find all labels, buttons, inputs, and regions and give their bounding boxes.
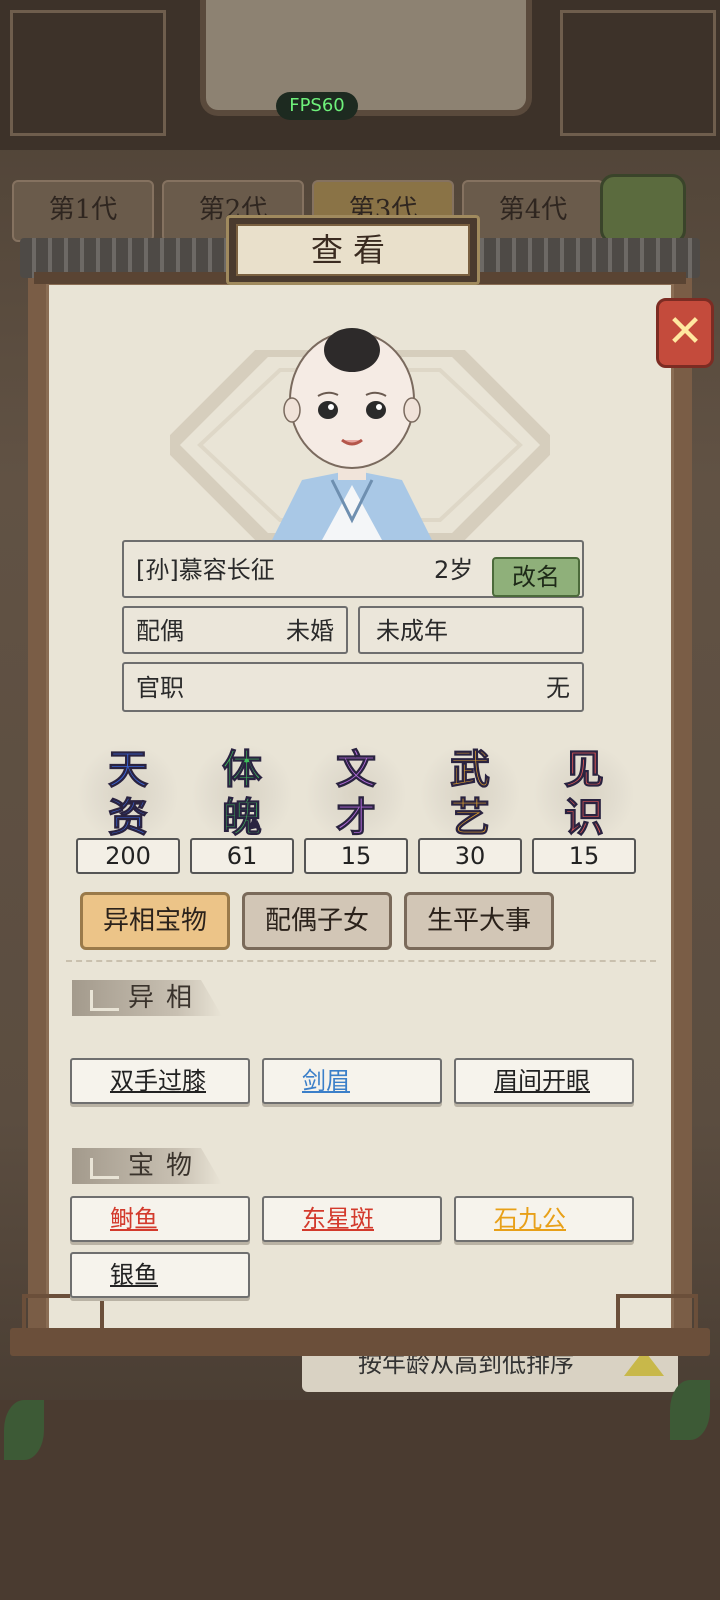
stat-value: 200 <box>76 838 180 874</box>
treasures-section-header: 宝物 <box>72 1148 222 1184</box>
orchid-painting <box>200 0 532 116</box>
plant-leaf-icon <box>4 1400 44 1460</box>
traits-section-header: 异相 <box>72 980 222 1016</box>
treasures-item[interactable]: 东星斑 <box>262 1196 442 1242</box>
office-row: 官职 无 <box>122 662 584 712</box>
treasures-item[interactable]: 石九公 <box>454 1196 634 1242</box>
stat-name: 文才 <box>336 746 377 842</box>
status-row: 未成年 <box>358 606 584 654</box>
spouse-label: 配偶 <box>136 617 184 645</box>
office-label: 官职 <box>136 674 184 702</box>
tab-spouse-children[interactable]: 配偶子女 <box>242 892 392 950</box>
stat-name: 体魄 <box>222 746 263 842</box>
scroll-post-left <box>28 270 48 1338</box>
panel-title-plaque: 查看 <box>226 215 480 285</box>
tab-life-events[interactable]: 生平大事 <box>404 892 554 950</box>
rename-button[interactable]: 改名 <box>492 557 580 597</box>
character-name: [孙]慕容长征 <box>136 556 275 584</box>
stat-value: 30 <box>418 838 522 874</box>
stat-name: 见识 <box>564 746 605 842</box>
fps-counter: FPS60 <box>276 92 358 120</box>
office-value: 无 <box>546 674 570 702</box>
traits-item[interactable]: 眉间开眼 <box>454 1058 634 1104</box>
stat-name: 武艺 <box>450 746 491 842</box>
stat-value: 61 <box>190 838 294 874</box>
character-avatar <box>272 328 432 540</box>
treasures-item[interactable]: 鲥鱼 <box>70 1196 250 1242</box>
spouse-row: 配偶 未婚 <box>122 606 348 654</box>
stat-value: 15 <box>304 838 408 874</box>
panel-title: 查看 <box>236 224 470 276</box>
traits-section-title: 异相 <box>128 983 205 1013</box>
stat-name: 天资 <box>108 746 149 842</box>
tab-traits-treasures[interactable]: 异相宝物 <box>80 892 230 950</box>
character-age: 2岁 <box>434 556 474 584</box>
stat-value: 15 <box>532 838 636 874</box>
traits-item[interactable]: 剑眉 <box>262 1058 442 1104</box>
traits-item[interactable]: 双手过膝 <box>70 1058 250 1104</box>
spouse-value: 未婚 <box>286 617 334 645</box>
status-value: 未成年 <box>376 617 448 645</box>
panel-bottom-rail <box>10 1328 710 1356</box>
divider <box>66 960 656 964</box>
treasures-section-title: 宝物 <box>128 1151 205 1181</box>
scroll-post-right <box>672 270 692 1338</box>
floor <box>0 1400 720 1600</box>
rail-ornament <box>616 1294 698 1330</box>
treasures-item[interactable]: 银鱼 <box>70 1252 250 1298</box>
close-icon[interactable]: ✕ <box>656 298 714 368</box>
plant-leaf-icon <box>670 1380 710 1440</box>
rail-ornament <box>22 1294 104 1330</box>
